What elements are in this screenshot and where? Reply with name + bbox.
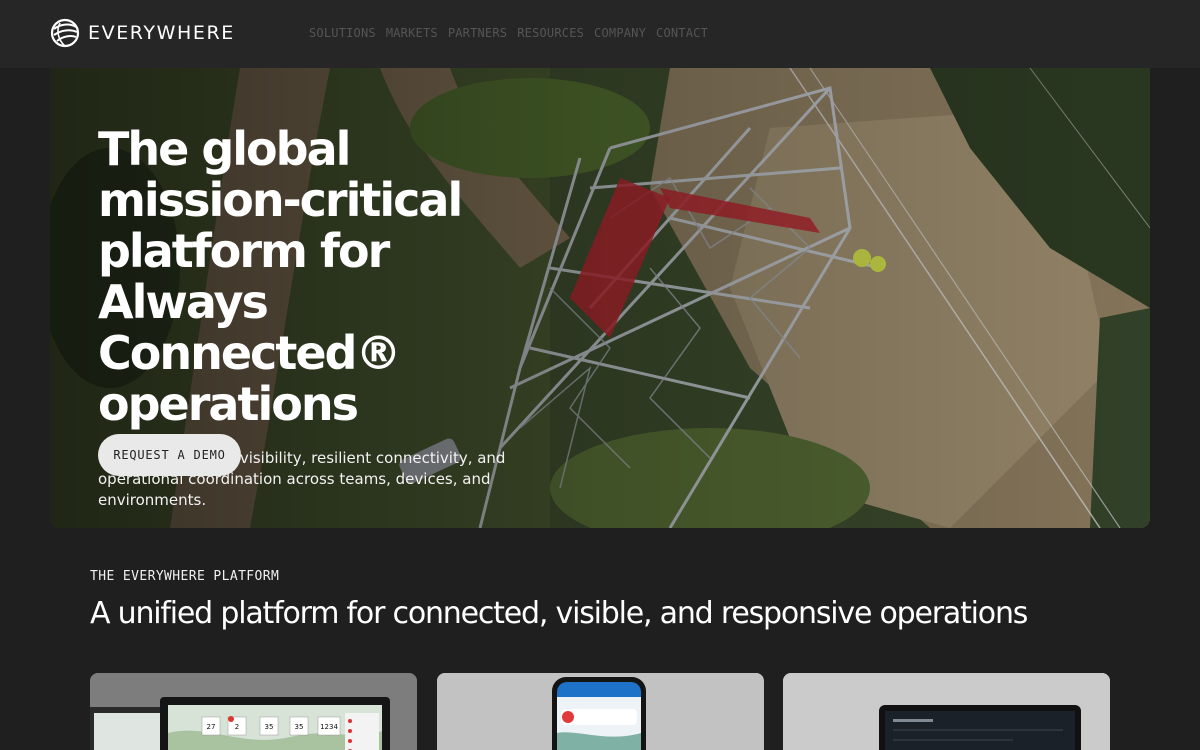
nav-item-solutions[interactable]: SOLUTIONS [309,26,376,40]
stat-3: 35 [265,723,274,731]
hero-section: The global mission-critical platform for… [50,68,1150,528]
platform-card-tablet[interactable] [783,673,1110,750]
laptop-dashboard-photo: 27 2 35 35 1234 [90,673,417,750]
main-nav: SOLUTIONS MARKETS PARTNERS RESOURCES COM… [309,26,708,40]
hero-title: The global mission-critical platform for… [98,122,463,431]
tablet-device-photo [783,673,1110,750]
brand-name: EVERYWHERE [88,22,235,44]
brand-logo[interactable]: EVERYWHERE [50,18,235,48]
platform-card-mobile[interactable] [437,673,764,750]
request-demo-button[interactable]: REQUEST A DEMO [98,434,241,476]
nav-item-partners[interactable]: PARTNERS [448,26,507,40]
globe-logo-icon [50,18,80,48]
platform-card-dashboard[interactable]: 27 2 35 35 1234 [90,673,417,750]
nav-item-contact[interactable]: CONTACT [656,26,708,40]
phone-app-photo [437,673,763,750]
stat-2: 2 [235,723,239,731]
section-title: A unified platform for connected, visibl… [90,596,1028,631]
nav-item-markets[interactable]: MARKETS [386,26,438,40]
site-header: EVERYWHERE SOLUTIONS MARKETS PARTNERS RE… [0,0,1200,68]
stat-5: 1234 [320,723,338,731]
nav-item-company[interactable]: COMPANY [594,26,646,40]
stat-1: 27 [207,723,216,731]
nav-item-resources[interactable]: RESOURCES [517,26,584,40]
stat-4: 35 [295,723,304,731]
section-eyebrow: THE EVERYWHERE PLATFORM [90,569,280,584]
